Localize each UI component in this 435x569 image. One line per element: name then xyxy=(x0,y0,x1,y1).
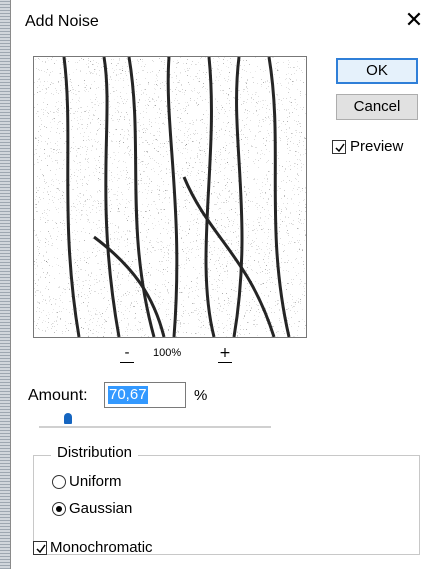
title-bar: Add Noise ✕ xyxy=(11,0,435,40)
dialog-title: Add Noise xyxy=(25,13,99,30)
noise-preview-graphic xyxy=(34,57,306,337)
cancel-button[interactable]: Cancel xyxy=(336,94,418,120)
zoom-in-button[interactable]: + xyxy=(218,346,232,363)
gaussian-label: Gaussian xyxy=(69,500,133,517)
preview-image[interactable] xyxy=(33,56,307,338)
amount-unit: % xyxy=(194,387,208,404)
amount-label: Amount: xyxy=(28,387,88,404)
amount-field[interactable]: 70,67 xyxy=(104,382,186,408)
close-icon[interactable]: ✕ xyxy=(399,8,429,34)
checkmark-icon xyxy=(36,544,46,554)
add-noise-dialog: Add Noise ✕ - 100% + OK Cancel Preview A… xyxy=(10,0,435,569)
amount-value: 70,67 xyxy=(108,386,148,404)
uniform-label: Uniform xyxy=(69,473,122,490)
amount-slider-track[interactable] xyxy=(39,426,271,428)
checkmark-icon xyxy=(335,143,345,153)
amount-slider-thumb[interactable] xyxy=(64,413,72,424)
distribution-title: Distribution xyxy=(51,444,139,461)
ok-button[interactable]: OK xyxy=(336,58,418,84)
uniform-radio[interactable] xyxy=(52,475,66,489)
gaussian-radio[interactable] xyxy=(52,502,66,516)
monochromatic-checkbox[interactable] xyxy=(33,541,47,555)
radio-selected-dot xyxy=(56,506,62,512)
zoom-level: 100% xyxy=(153,347,182,359)
zoom-controls: - 100% + xyxy=(11,344,331,366)
monochromatic-label: Monochromatic xyxy=(50,539,153,556)
zoom-out-button[interactable]: - xyxy=(120,346,134,363)
preview-checkbox[interactable] xyxy=(332,140,346,154)
preview-label: Preview xyxy=(350,138,404,155)
